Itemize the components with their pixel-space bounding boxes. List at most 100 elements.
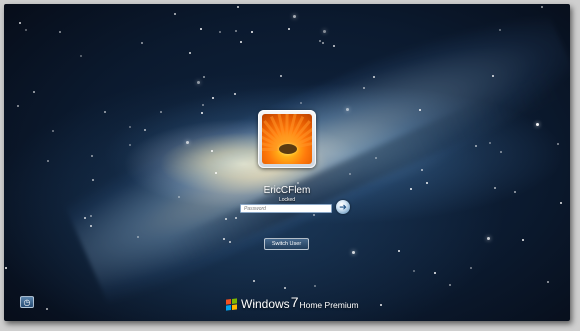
star: [240, 41, 242, 43]
star: [492, 75, 494, 77]
star: [560, 202, 562, 204]
star: [322, 42, 324, 44]
star: [223, 238, 225, 240]
star: [225, 218, 227, 220]
account-status-label: Locked: [278, 197, 296, 203]
star: [284, 287, 286, 289]
star: [398, 250, 400, 252]
star: [203, 76, 205, 78]
flower-center: [279, 144, 297, 154]
star: [33, 91, 35, 93]
star: [237, 6, 239, 8]
password-field[interactable]: [240, 204, 332, 213]
star: [129, 126, 131, 128]
star: [373, 76, 375, 78]
star: [499, 29, 501, 31]
star: [202, 104, 204, 106]
star: [17, 105, 19, 107]
star: [189, 52, 191, 54]
galaxy-band: [62, 4, 570, 310]
star: [212, 97, 214, 99]
star: [90, 215, 92, 217]
star: [129, 144, 131, 146]
star: [160, 111, 162, 113]
star: [280, 75, 282, 77]
star: [59, 31, 61, 33]
star: [197, 81, 200, 84]
star: [293, 15, 296, 18]
ease-of-access-button[interactable]: ◷: [20, 296, 34, 308]
submit-button[interactable]: ➔: [336, 200, 350, 214]
user-picture: [262, 114, 312, 164]
star: [349, 173, 351, 175]
star: [235, 217, 237, 219]
star: [494, 187, 496, 189]
star: [375, 157, 377, 159]
star: [84, 217, 86, 219]
star: [313, 214, 315, 216]
star: [47, 160, 49, 162]
star: [178, 196, 180, 198]
star: [91, 155, 93, 157]
star: [219, 31, 221, 33]
star: [137, 236, 139, 238]
star: [215, 172, 217, 174]
star: [514, 191, 516, 193]
star: [426, 182, 428, 184]
star: [92, 179, 94, 181]
star: [500, 151, 502, 153]
star: [475, 145, 477, 147]
user-tile[interactable]: [258, 110, 316, 168]
star: [470, 267, 472, 269]
star: [522, 239, 524, 241]
star: [251, 31, 253, 33]
star: [235, 30, 237, 32]
star: [487, 237, 490, 240]
star: [234, 93, 236, 95]
star: [297, 182, 299, 184]
star: [186, 141, 189, 144]
windows-branding: Windows 7 Home Premium: [226, 294, 359, 311]
star: [144, 129, 146, 131]
ease-of-access-icon: ◷: [23, 297, 31, 307]
star: [363, 87, 365, 89]
star: [421, 169, 423, 171]
star: [52, 130, 54, 132]
star: [314, 285, 316, 287]
star: [5, 267, 7, 269]
star: [434, 272, 436, 274]
brand-edition: Home Premium: [299, 300, 359, 310]
star: [211, 150, 213, 152]
star: [141, 42, 143, 44]
star: [419, 109, 421, 111]
star: [410, 188, 412, 190]
brand-name: Windows: [241, 297, 290, 311]
star: [19, 22, 21, 24]
star: [319, 40, 321, 42]
switch-user-button[interactable]: Switch User: [264, 238, 309, 250]
star: [229, 241, 231, 243]
star: [80, 55, 82, 57]
star: [300, 102, 302, 104]
star: [380, 304, 382, 306]
star: [413, 270, 415, 272]
star: [25, 29, 27, 31]
star: [253, 280, 255, 282]
star: [541, 6, 543, 8]
star: [547, 281, 549, 283]
star: [200, 28, 202, 30]
star: [352, 251, 355, 254]
lock-screen-background: EricCFlem Locked ➔ Switch User ◷ Windows…: [4, 4, 570, 321]
star: [174, 13, 176, 15]
star: [536, 123, 539, 126]
username-label: EricCFlem: [263, 185, 311, 196]
brand-version: 7: [290, 294, 299, 310]
star: [346, 108, 349, 111]
star: [104, 111, 106, 113]
star: [333, 45, 335, 47]
star: [323, 30, 326, 33]
star: [46, 308, 48, 310]
star: [201, 112, 203, 114]
star: [489, 142, 491, 144]
star: [288, 28, 290, 30]
